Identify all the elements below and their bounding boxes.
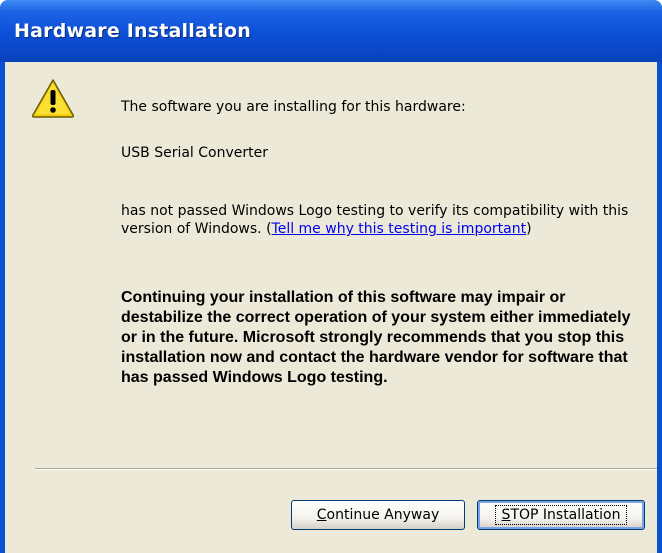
- logo-testing-text-end: ): [526, 221, 532, 237]
- window-title: Hardware Installation: [14, 20, 251, 42]
- continue-anyway-button[interactable]: Continue Anyway: [291, 500, 465, 530]
- why-testing-link[interactable]: Tell me why this testing is important: [272, 221, 527, 237]
- dialog-body: The software you are installing for this…: [5, 62, 657, 553]
- stop-installation-label: STOP Installation: [494, 505, 628, 525]
- logo-testing-paragraph: has not passed Windows Logo testing to v…: [121, 202, 657, 238]
- device-name: USB Serial Converter: [121, 145, 268, 161]
- warning-icon: [31, 78, 75, 118]
- intro-text: The software you are installing for this…: [121, 99, 466, 115]
- dialog-window: Hardware Installation The software you a…: [0, 0, 662, 553]
- continue-anyway-label: Continue Anyway: [316, 507, 440, 523]
- title-bar[interactable]: Hardware Installation: [0, 0, 662, 62]
- stop-installation-button[interactable]: STOP Installation: [477, 500, 645, 530]
- stability-warning: Continuing your installation of this sof…: [121, 289, 631, 386]
- separator: [35, 468, 657, 470]
